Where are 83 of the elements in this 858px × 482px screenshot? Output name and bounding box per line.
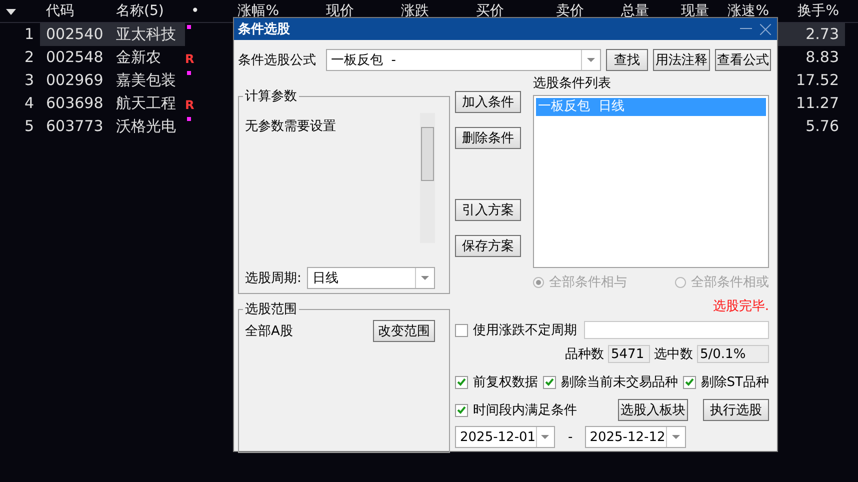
toolbar-button[interactable]: 用法注释 bbox=[653, 49, 710, 71]
stock-code[interactable]: 603698 bbox=[40, 92, 110, 115]
status-message: 选股完毕. bbox=[712, 298, 770, 315]
turnover-cell: 2.73 bbox=[775, 23, 845, 46]
checkbox[interactable] bbox=[542, 376, 556, 388]
window-title: 条件选股 bbox=[238, 21, 291, 38]
row-number: 1 bbox=[23, 24, 35, 45]
row-number: 2 bbox=[23, 47, 35, 68]
side-button[interactable]: 加入条件 bbox=[455, 91, 521, 113]
turnover-cell-text: 11.27 bbox=[795, 93, 840, 114]
column-header[interactable]: 现量 bbox=[655, 2, 715, 20]
column-header[interactable]: 涨跌 bbox=[360, 2, 435, 20]
period-dropdown[interactable]: 日线 bbox=[307, 267, 436, 289]
row-number: 4 bbox=[23, 93, 35, 114]
column-header[interactable]: 代码 bbox=[40, 2, 110, 20]
end-date-picker[interactable]: 2025-12-12 bbox=[584, 426, 686, 448]
stock-code[interactable]: 002969 bbox=[40, 69, 110, 92]
column-header[interactable]: • bbox=[185, 3, 210, 19]
column-header[interactable]: 现价 bbox=[285, 2, 360, 20]
minimize-icon[interactable] bbox=[740, 28, 752, 30]
count-label: 品种数 bbox=[565, 346, 604, 363]
checkbox-label: 剔除ST品种 bbox=[700, 374, 769, 391]
stock-name[interactable]: 金新农 bbox=[110, 46, 185, 69]
params-message: 无参数需要设置 bbox=[245, 118, 337, 135]
checkbox[interactable] bbox=[455, 324, 468, 336]
stock-code[interactable]: 603773 bbox=[40, 115, 110, 138]
toolbar-button[interactable]: 查看公式 bbox=[715, 49, 771, 71]
stock-name[interactable]: 航天工程 bbox=[110, 92, 185, 115]
row-number: 5 bbox=[23, 116, 35, 137]
panel-legend: 计算参数 bbox=[243, 87, 299, 105]
checkbox[interactable] bbox=[682, 376, 696, 388]
count-field: 5/0.1% bbox=[697, 345, 769, 363]
panel-legend: 选股范围 bbox=[243, 300, 299, 318]
column-header[interactable]: 买价 bbox=[435, 2, 510, 20]
caret-icon bbox=[421, 276, 430, 280]
column-header[interactable]: 涨速% bbox=[715, 2, 775, 20]
caret-icon bbox=[587, 58, 595, 62]
stock-name[interactable]: 沃格光电 bbox=[110, 115, 185, 138]
date-separator: - bbox=[568, 430, 573, 444]
side-button[interactable]: 保存方案 bbox=[455, 235, 521, 257]
flag-label: R bbox=[185, 98, 194, 112]
column-header[interactable]: 总量 bbox=[590, 2, 655, 20]
action-button[interactable]: 执行选股 bbox=[703, 399, 769, 421]
column-header[interactable]: 卖价 bbox=[510, 2, 590, 20]
stock-name[interactable]: 嘉美包装 bbox=[110, 69, 185, 92]
turnover-cell-text: 8.83 bbox=[804, 47, 840, 68]
list-label: 选股条件列表 bbox=[533, 75, 612, 92]
range-value: 全部A股 bbox=[245, 323, 293, 340]
formula-label: 条件选股公式 bbox=[238, 52, 317, 69]
checkbox-label: 剔除当前未交易品种 bbox=[560, 374, 678, 391]
checkbox[interactable] bbox=[455, 376, 468, 388]
checkbox[interactable] bbox=[455, 404, 468, 416]
stock-code[interactable]: 002548 bbox=[40, 46, 110, 69]
close-icon[interactable] bbox=[760, 24, 771, 34]
side-button[interactable]: 删除条件 bbox=[455, 127, 521, 149]
formula-dropdown[interactable]: 一板反包 - bbox=[326, 49, 601, 71]
column-header[interactable]: 涨幅% bbox=[210, 2, 285, 20]
scrollbar[interactable] bbox=[420, 113, 435, 243]
start-date-picker[interactable]: 2025-12-01 bbox=[455, 426, 555, 448]
checkbox-label: 使用涨跌不定周期 bbox=[473, 322, 577, 339]
radio-label: 全部条件相或 bbox=[691, 274, 769, 291]
count-label: 选中数 bbox=[654, 346, 693, 363]
flag-label: R bbox=[185, 52, 194, 66]
period-label: 选股周期: bbox=[245, 270, 302, 287]
column-header[interactable]: 换手% bbox=[775, 2, 845, 20]
change-range-button[interactable]: 改变范围 bbox=[373, 320, 435, 342]
toolbar-button[interactable]: 查找 bbox=[606, 49, 648, 71]
column-header[interactable]: 名称(5) bbox=[110, 2, 185, 20]
action-button[interactable]: 选股入板块 bbox=[618, 399, 688, 421]
count-field: 5471 bbox=[608, 345, 650, 363]
radio-label: 全部条件相与 bbox=[549, 274, 627, 291]
sort-icon[interactable] bbox=[6, 9, 16, 15]
side-button[interactable]: 引入方案 bbox=[455, 199, 521, 221]
turnover-cell-text: 17.52 bbox=[795, 70, 840, 91]
turnover-cell-text: 5.76 bbox=[804, 116, 840, 137]
stock-name[interactable]: 亚太科技 bbox=[110, 23, 185, 46]
checkbox-label: 时间段内满足条件 bbox=[473, 402, 577, 419]
period-input[interactable] bbox=[584, 321, 769, 339]
caret-icon bbox=[672, 435, 680, 439]
caret-icon bbox=[541, 435, 550, 439]
row-number: 3 bbox=[23, 70, 35, 91]
checkbox-label: 前复权数据 bbox=[473, 374, 538, 391]
stock-code[interactable]: 002540 bbox=[40, 23, 110, 46]
